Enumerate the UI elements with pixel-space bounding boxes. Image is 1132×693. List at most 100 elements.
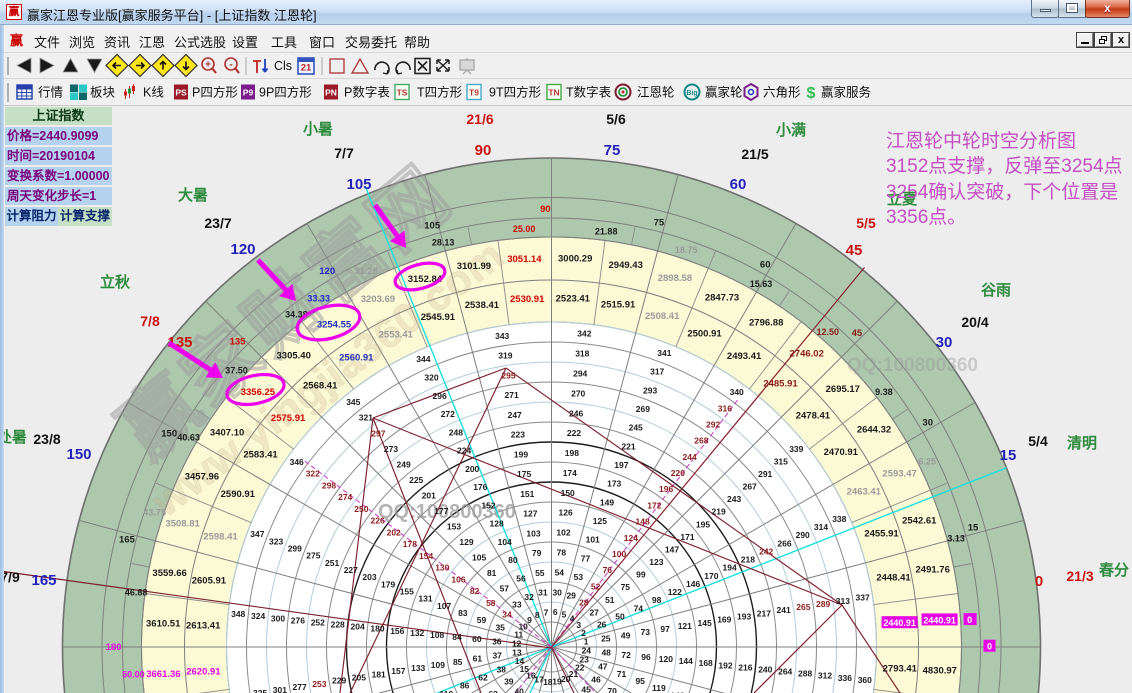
svg-text:71: 71 <box>617 669 627 679</box>
svg-text:37.50: 37.50 <box>225 366 248 376</box>
svg-text:348: 348 <box>231 609 245 619</box>
svg-text:290: 290 <box>796 530 810 540</box>
svg-text:5/6: 5/6 <box>606 111 626 127</box>
svg-text:六角形: 六角形 <box>763 86 801 100</box>
svg-text:317: 317 <box>650 367 664 377</box>
svg-text:344: 344 <box>416 354 430 364</box>
svg-text:179: 179 <box>381 579 395 589</box>
svg-text:119: 119 <box>652 683 666 693</box>
svg-text:120: 120 <box>659 654 673 664</box>
svg-text:75: 75 <box>621 582 631 592</box>
svg-text:7: 7 <box>544 607 549 617</box>
svg-text:50: 50 <box>615 612 625 622</box>
svg-text:2523.41: 2523.41 <box>556 294 591 305</box>
svg-text:28: 28 <box>579 598 589 608</box>
svg-text:60: 60 <box>760 260 771 271</box>
svg-text:181: 181 <box>372 669 386 679</box>
svg-text:150: 150 <box>161 428 177 439</box>
svg-text:12.50: 12.50 <box>817 327 840 337</box>
svg-text:Cls: Cls <box>274 59 292 73</box>
svg-text:323: 323 <box>269 536 283 546</box>
svg-text:229: 229 <box>332 676 346 686</box>
svg-text:168: 168 <box>699 658 713 668</box>
svg-text:21/3: 21/3 <box>1066 568 1093 584</box>
svg-text:150: 150 <box>66 446 91 463</box>
svg-text:K线: K线 <box>143 86 164 100</box>
svg-text:131: 131 <box>418 594 432 604</box>
svg-text:43.75: 43.75 <box>143 507 166 517</box>
svg-text:289: 289 <box>816 599 830 609</box>
svg-text:252: 252 <box>311 617 325 627</box>
svg-text:3610.51: 3610.51 <box>146 618 181 629</box>
svg-text:125: 125 <box>593 516 607 526</box>
svg-text:47: 47 <box>598 662 608 672</box>
svg-text:Big: Big <box>686 90 697 97</box>
svg-text:226: 226 <box>371 516 385 526</box>
svg-text:9P四方形: 9P四方形 <box>259 85 312 100</box>
svg-text:T数字表: T数字表 <box>566 85 612 100</box>
svg-text:3051.14: 3051.14 <box>507 254 542 265</box>
svg-text:21.88: 21.88 <box>595 227 618 237</box>
svg-text:15.63: 15.63 <box>750 279 773 289</box>
svg-text:316: 316 <box>718 403 732 413</box>
svg-text:132: 132 <box>410 628 424 638</box>
svg-text:98: 98 <box>652 595 662 605</box>
svg-text:177: 177 <box>434 506 448 516</box>
svg-text:2847.73: 2847.73 <box>705 292 739 303</box>
svg-text:2644.32: 2644.32 <box>857 425 891 436</box>
svg-text:P四方形: P四方形 <box>192 85 238 100</box>
svg-text:192: 192 <box>718 660 732 670</box>
svg-text:97: 97 <box>660 624 670 634</box>
svg-text:2448.41: 2448.41 <box>876 572 911 583</box>
svg-text:147: 147 <box>665 545 679 555</box>
svg-text:253: 253 <box>312 679 326 689</box>
svg-text:219: 219 <box>712 507 726 517</box>
svg-text:294: 294 <box>573 369 587 379</box>
svg-text:春分: 春分 <box>1099 561 1129 579</box>
svg-text:121: 121 <box>678 621 692 631</box>
svg-text:120: 120 <box>319 266 335 277</box>
svg-text:40.63: 40.63 <box>177 433 200 443</box>
svg-text:292: 292 <box>706 420 720 430</box>
svg-text:2553.41: 2553.41 <box>379 330 414 341</box>
svg-text:153: 153 <box>447 522 461 532</box>
svg-text:37: 37 <box>492 651 502 661</box>
svg-text:54: 54 <box>555 567 565 577</box>
svg-text:+: + <box>205 60 211 71</box>
svg-text:23/7: 23/7 <box>204 215 231 231</box>
svg-text:72: 72 <box>621 650 631 660</box>
svg-text:102: 102 <box>556 528 570 538</box>
svg-text:245: 245 <box>629 423 643 433</box>
svg-text:144: 144 <box>679 656 693 666</box>
svg-text:277: 277 <box>293 682 307 692</box>
svg-text:227: 227 <box>344 565 358 575</box>
svg-text:156: 156 <box>390 626 404 636</box>
svg-text:2605.91: 2605.91 <box>192 575 227 586</box>
svg-text:35: 35 <box>495 622 505 632</box>
svg-text:25: 25 <box>601 633 611 643</box>
svg-text:78: 78 <box>557 548 567 558</box>
svg-text:2598.41: 2598.41 <box>203 531 238 542</box>
svg-text:243: 243 <box>727 494 741 504</box>
svg-text:345: 345 <box>346 397 360 407</box>
svg-text:346: 346 <box>290 457 304 467</box>
svg-text:55: 55 <box>535 568 545 578</box>
svg-text:82: 82 <box>470 586 480 596</box>
svg-text:246: 246 <box>569 408 583 418</box>
svg-text:27: 27 <box>589 607 599 617</box>
svg-text:31: 31 <box>538 588 548 598</box>
svg-text:291: 291 <box>758 469 772 479</box>
svg-text:赢家轮: 赢家轮 <box>705 85 743 100</box>
svg-text:241: 241 <box>777 605 791 615</box>
svg-text:2568.41: 2568.41 <box>303 381 338 392</box>
svg-text:28.13: 28.13 <box>432 237 455 247</box>
svg-text:3508.81: 3508.81 <box>165 519 200 530</box>
svg-text:268: 268 <box>694 436 708 446</box>
svg-text:216: 216 <box>738 662 752 672</box>
svg-text:50.00: 50.00 <box>122 669 145 679</box>
svg-text:319: 319 <box>498 351 512 361</box>
svg-text:103: 103 <box>526 528 540 538</box>
svg-text:谷雨: 谷雨 <box>981 282 1011 299</box>
svg-text:45: 45 <box>581 685 591 693</box>
svg-text:85: 85 <box>453 657 463 667</box>
